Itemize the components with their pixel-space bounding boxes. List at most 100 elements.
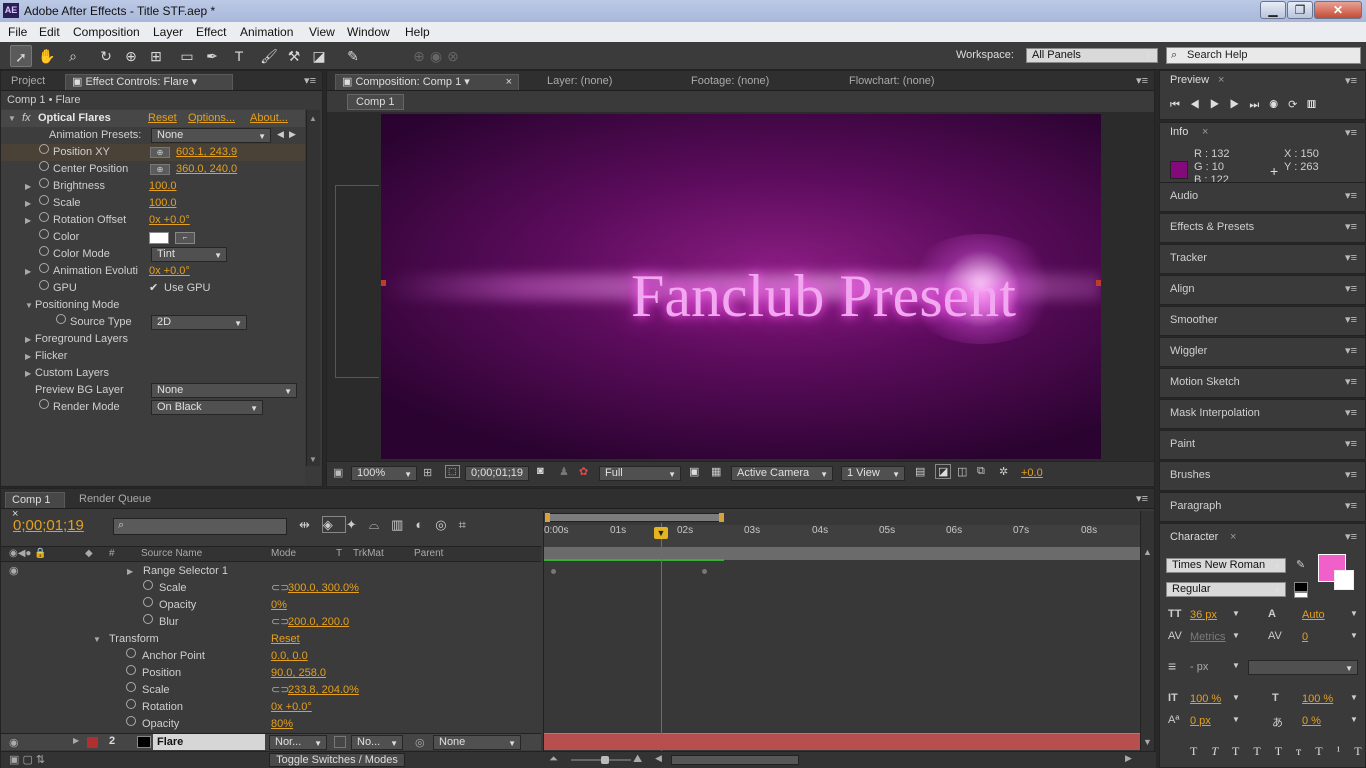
col-source-name[interactable]: Source Name — [141, 548, 202, 559]
keyframe-marker[interactable] — [702, 569, 707, 574]
tsume-dropdown-icon[interactable]: ▼ — [1350, 715, 1358, 724]
param-row-flicker[interactable]: ▶ Flicker — [1, 348, 305, 365]
param-row-color[interactable]: Color ⌐ — [1, 229, 305, 246]
tl-row-blur[interactable]: Blur ⊂⊃ 200.0, 200.0 — [1, 614, 541, 631]
param-value[interactable]: 0x +0.0° — [149, 212, 190, 229]
param-value[interactable]: 0x +0.0° — [149, 263, 190, 280]
time-ruler[interactable]: 0:00s 01s 02s 03s 04s 05s 06s 07s 08s — [544, 525, 1140, 547]
param-row-gpu[interactable]: GPU ✔ Use GPU — [1, 280, 305, 297]
panel-menu-icon[interactable]: ▾≡ — [1345, 282, 1357, 295]
pan-behind-tool-icon[interactable]: ⊞ — [145, 45, 167, 67]
tracking-dropdown-icon[interactable]: ▼ — [1350, 631, 1358, 640]
tracker-panel[interactable]: Tracker ▾≡ — [1159, 244, 1366, 274]
zoom-slider-thumb[interactable] — [601, 756, 609, 764]
param-value[interactable]: 603.1, 243.9 — [176, 144, 237, 161]
views-select[interactable]: 1 View — [841, 466, 905, 481]
expand-icon[interactable]: ▼ — [93, 631, 101, 648]
tl-row-range-selector[interactable]: ◉ ▶ Range Selector 1 — [1, 563, 541, 580]
safe-zones-icon[interactable]: ⊞ — [423, 466, 432, 479]
expand-icon[interactable]: ▶ — [127, 563, 133, 580]
next-frame-icon[interactable]: ▶ — [1230, 99, 1250, 111]
horizontal-scale-value[interactable]: 100 % — [1302, 693, 1333, 705]
tl-row-transform-opacity[interactable]: Opacity 80% — [1, 716, 541, 733]
menu-edit[interactable]: Edit — [39, 25, 60, 39]
parent-select[interactable]: None — [433, 735, 521, 750]
tl-row-anchor-point[interactable]: Anchor Point 0.0, 0.0 — [1, 648, 541, 665]
param-row-scale[interactable]: ▶ Scale 100.0 — [1, 195, 305, 212]
panel-menu-icon[interactable]: ▾≡ — [1136, 492, 1148, 505]
panel-menu-icon[interactable]: ▾≡ — [1345, 344, 1357, 357]
panel-menu-icon[interactable]: ▾≡ — [1345, 499, 1357, 512]
property-value[interactable]: 0.0, 0.0 — [271, 648, 308, 665]
pen-tool-icon[interactable]: ✒ — [201, 45, 223, 67]
param-value[interactable]: 360.0, 240.0 — [176, 161, 237, 178]
param-value[interactable]: 100.0 — [149, 178, 177, 195]
scroll-right-icon[interactable]: ▶ — [1125, 753, 1132, 764]
toggle-mask-icon[interactable]: ◪ — [935, 464, 952, 479]
resolution-select[interactable]: Full — [599, 466, 681, 481]
panel-menu-icon[interactable]: ▾≡ — [304, 74, 316, 87]
effects-presets-panel[interactable]: Effects & Presets ▾≡ — [1159, 213, 1366, 243]
eraser-tool-icon[interactable]: ◪ — [308, 45, 330, 67]
tab-composition[interactable]: ▣ Composition: Comp 1 ▾ × — [335, 74, 519, 90]
flowchart-icon[interactable]: ⧉ — [977, 465, 985, 478]
panel-menu-icon[interactable]: ▾≡ — [1345, 375, 1357, 388]
tl-row-opacity[interactable]: Opacity 0% — [1, 597, 541, 614]
small-caps-icon[interactable]: Tт — [1275, 744, 1316, 758]
panel-menu-icon[interactable]: ▾≡ — [1345, 251, 1357, 264]
tl-row-transform[interactable]: ▼ Transform Reset — [1, 631, 541, 648]
close-tab-icon[interactable]: × — [506, 75, 512, 89]
stopwatch-icon[interactable] — [39, 246, 49, 256]
live-update-icon[interactable]: ◈ — [321, 516, 346, 533]
scroll-down-icon[interactable]: ▼ — [1143, 737, 1152, 747]
panel-menu-icon[interactable]: ▾≡ — [1345, 530, 1357, 543]
col-parent[interactable]: Parent — [414, 548, 443, 559]
hand-tool-icon[interactable]: ✋ — [36, 45, 58, 67]
comp-nav-button[interactable]: Comp 1 — [347, 94, 404, 110]
audio-panel[interactable]: Audio ▾≡ — [1159, 182, 1366, 212]
play-icon[interactable]: ▶ — [1210, 99, 1230, 111]
tab-effect-controls[interactable]: ▣ Effect Controls: Flare ▾ — [65, 74, 233, 90]
faux-italic-icon[interactable]: T — [1211, 744, 1232, 758]
panel-menu-icon[interactable]: ▾≡ — [1345, 74, 1357, 87]
preset-next-icon[interactable]: ▶ — [289, 129, 296, 140]
region-of-interest-icon[interactable]: ⬚ — [445, 465, 460, 478]
link-icon[interactable]: ⊂⊃ — [271, 580, 289, 597]
transform-reset-link[interactable]: Reset — [271, 631, 300, 648]
panel-menu-icon[interactable]: ▾≡ — [1345, 437, 1357, 450]
options-link[interactable]: Options... — [188, 110, 235, 127]
menu-effect[interactable]: Effect — [196, 25, 226, 39]
param-row-brightness[interactable]: ▶ Brightness 100.0 — [1, 178, 305, 195]
scroll-up-icon[interactable]: ▲ — [1143, 547, 1152, 557]
tracking-value[interactable]: 0 — [1302, 631, 1308, 643]
stopwatch-icon[interactable] — [39, 178, 49, 188]
eyedropper-icon[interactable]: ⌐ — [175, 232, 195, 244]
preset-prev-icon[interactable]: ◀ — [277, 129, 284, 140]
maximize-button[interactable]: ❐ — [1287, 1, 1313, 19]
stopwatch-icon[interactable] — [143, 580, 153, 590]
scroll-down-icon[interactable]: ▼ — [309, 455, 317, 464]
expand-icon[interactable]: ▼ — [8, 110, 16, 127]
channel-rgb-icon[interactable]: ✿ — [579, 465, 588, 478]
expand-icon[interactable]: ▶ — [25, 365, 31, 382]
transparency-grid-icon[interactable]: ▦ — [711, 465, 721, 478]
lock-icon[interactable]: ▣ — [72, 76, 85, 88]
comp-canvas[interactable]: Fanclub Present — [381, 114, 1101, 459]
stopwatch-icon[interactable] — [39, 263, 49, 273]
fx-icon[interactable]: fx — [22, 110, 31, 127]
panel-menu-icon[interactable]: ▾≡ — [1345, 468, 1357, 481]
pick-whip-icon[interactable]: ◎ — [415, 736, 425, 749]
stopwatch-icon[interactable] — [39, 280, 49, 290]
vertical-scale-value[interactable]: 100 % — [1190, 693, 1221, 705]
keyframe-marker[interactable] — [551, 569, 556, 574]
timeline-v-scrollbar[interactable]: ▲ ▼ — [1140, 511, 1154, 751]
font-size-dropdown-icon[interactable]: ▼ — [1232, 609, 1240, 618]
mask-interpolation-panel[interactable]: Mask Interpolation ▾≡ — [1159, 399, 1366, 429]
kerning-dropdown-icon[interactable]: ▼ — [1232, 631, 1240, 640]
first-frame-icon[interactable]: ⏮ — [1170, 99, 1190, 111]
close-tab-icon[interactable]: × — [1218, 74, 1224, 86]
loop-icon[interactable]: ⟳ — [1288, 99, 1307, 111]
panel-menu-icon[interactable]: ▾≡ — [1136, 74, 1148, 87]
crosshair-icon[interactable]: ⊕ — [150, 147, 170, 158]
rectangle-tool-icon[interactable]: ▭ — [176, 45, 198, 67]
